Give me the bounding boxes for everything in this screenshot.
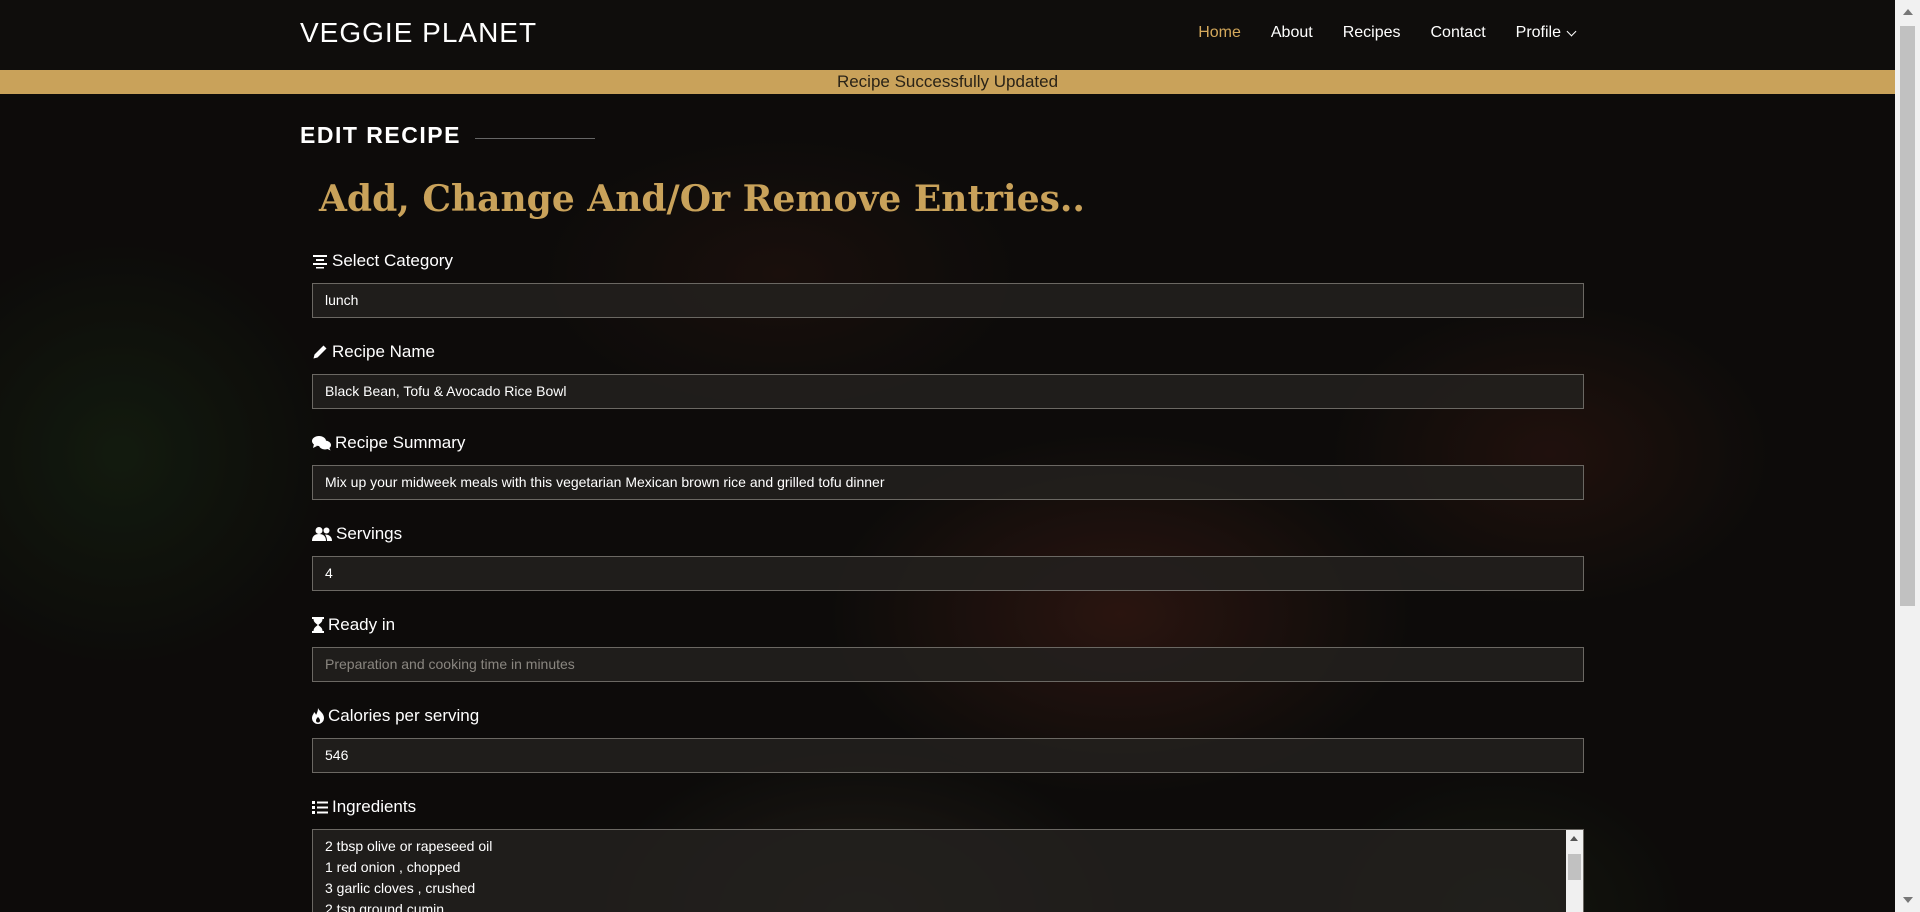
recipe-name-field: Recipe Name Black Bean, Tofu & Avocado R… (312, 341, 1584, 409)
servings-input[interactable]: 4 (312, 556, 1584, 591)
recipe-name-input[interactable]: Black Bean, Tofu & Avocado Rice Bowl (312, 374, 1584, 409)
nav-home[interactable]: Home (1198, 24, 1241, 42)
recipe-name-label: Recipe Name (312, 341, 1584, 363)
recipe-name-label-text: Recipe Name (332, 342, 435, 361)
ingredients-label-text: Ingredients (332, 797, 417, 816)
ready-in-label-text: Ready in (328, 615, 396, 634)
nav-contact[interactable]: Contact (1431, 24, 1486, 42)
page-scrollbar[interactable] (1895, 0, 1920, 912)
recipe-summary-label-text: Recipe Summary (335, 433, 466, 452)
textarea-scrollbar[interactable] (1566, 830, 1583, 912)
ready-in-label: Ready in (312, 614, 1584, 636)
servings-label: Servings (312, 523, 1584, 545)
comments-icon (312, 435, 331, 451)
servings-label-text: Servings (336, 524, 403, 543)
calories-label: Calories per serving (312, 705, 1584, 727)
calories-field: Calories per serving 546 (312, 705, 1584, 773)
edit-recipe-form: EDIT RECIPE Add, Change And/Or Remove En… (0, 94, 1895, 912)
ingredient-line: 2 tbsp olive or rapeseed oil (325, 838, 493, 854)
hourglass-icon (312, 617, 324, 633)
ingredients-field: Ingredients 2 tbsp olive or rapeseed oil… (312, 796, 1584, 912)
nav-recipes[interactable]: Recipes (1343, 24, 1401, 42)
calories-label-text: Calories per serving (328, 706, 480, 725)
category-label: Select Category (312, 250, 1584, 272)
calories-input[interactable]: 546 (312, 738, 1584, 773)
chevron-down-icon (1566, 26, 1577, 36)
users-icon (312, 526, 332, 542)
pencil-icon (312, 344, 328, 360)
list-icon (312, 799, 328, 815)
ingredient-line: 3 garlic cloves , crushed (325, 880, 476, 896)
nav-profile-dropdown[interactable]: Profile (1515, 24, 1577, 42)
recipe-summary-input[interactable]: Mix up your midweek meals with this vege… (312, 465, 1584, 500)
scroll-up-arrow-icon[interactable] (1903, 9, 1913, 15)
flash-message: Recipe Successfully Updated (0, 70, 1895, 94)
ingredient-line: 1 red onion , chopped (325, 859, 461, 875)
ready-in-field: Ready in Preparation and cooking time in… (312, 614, 1584, 682)
ingredients-label: Ingredients (312, 796, 1584, 818)
nav-profile-label: Profile (1515, 24, 1561, 41)
navbar: VEGGIE PLANET Home About Recipes Contact… (0, 0, 1895, 70)
fire-icon (312, 708, 324, 724)
brand-logo[interactable]: VEGGIE PLANET (300, 17, 537, 49)
textarea-scroll-thumb[interactable] (1568, 854, 1581, 880)
scroll-down-arrow-icon[interactable] (1903, 897, 1913, 903)
servings-field: Servings 4 (312, 523, 1584, 591)
nav-about[interactable]: About (1271, 24, 1313, 42)
section-title: EDIT RECIPE (300, 122, 595, 149)
category-field: Select Category lunch (312, 250, 1584, 318)
page-scroll-thumb[interactable] (1900, 26, 1915, 606)
nav-menu: Home About Recipes Contact Profile (1168, 24, 1577, 42)
recipe-summary-field: Recipe Summary Mix up your midweek meals… (312, 432, 1584, 500)
section-title-divider (474, 138, 595, 139)
ready-in-input[interactable]: Preparation and cooking time in minutes (312, 647, 1584, 682)
recipe-summary-label: Recipe Summary (312, 432, 1584, 454)
category-select[interactable]: lunch (312, 283, 1584, 318)
form-headline: Add, Change And/Or Remove Entries.. (319, 178, 1085, 220)
section-title-text: EDIT RECIPE (300, 122, 461, 148)
ingredient-line: 2 tsp ground cumin (325, 901, 445, 912)
ingredients-textarea[interactable]: 2 tbsp olive or rapeseed oil 1 red onion… (312, 829, 1584, 912)
scroll-up-arrow-icon[interactable] (1570, 836, 1578, 841)
category-label-text: Select Category (332, 251, 453, 270)
align-center-icon (312, 253, 328, 269)
